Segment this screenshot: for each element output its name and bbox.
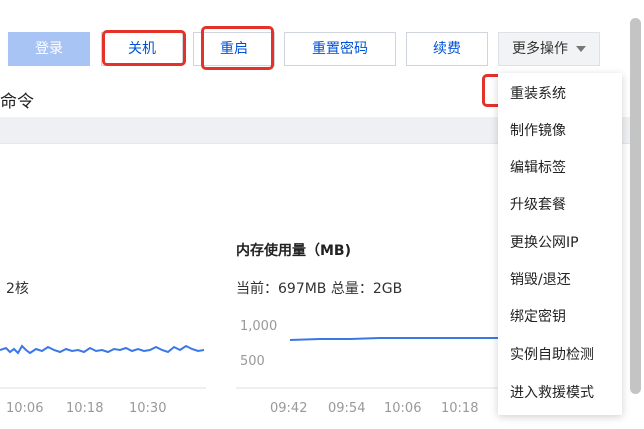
mem-x-tick: 10:06 <box>384 401 422 416</box>
mem-series-line <box>289 337 498 341</box>
mem-y-tick: 1,000 <box>240 319 278 334</box>
mem-y-tick: 500 <box>240 354 265 369</box>
menu-item-create-image[interactable]: 制作镜像 <box>510 121 566 141</box>
mem-x-tick: 09:54 <box>328 401 366 416</box>
menu-item-edit-tags[interactable]: 编辑标签 <box>510 158 566 178</box>
menu-item-reinstall-system[interactable]: 重装系统 <box>510 84 566 104</box>
menu-item-destroy-refund[interactable]: 销毁/退还 <box>510 270 571 290</box>
menu-item-self-check[interactable]: 实例自助检测 <box>510 345 594 365</box>
mem-x-tick: 09:42 <box>270 401 308 416</box>
mem-x-tick: 10:18 <box>441 401 479 416</box>
menu-item-upgrade-plan[interactable]: 升级套餐 <box>510 195 566 215</box>
menu-item-bind-key[interactable]: 绑定密钥 <box>510 307 566 327</box>
more-actions-menu: 重装系统 制作镜像 编辑标签 升级套餐 更换公网IP 销毁/退还 绑定密钥 实例… <box>498 73 622 415</box>
scrollbar[interactable] <box>630 18 641 394</box>
menu-item-rescue-mode[interactable]: 进入救援模式 <box>510 383 594 403</box>
menu-item-change-public-ip[interactable]: 更换公网IP <box>510 233 579 253</box>
